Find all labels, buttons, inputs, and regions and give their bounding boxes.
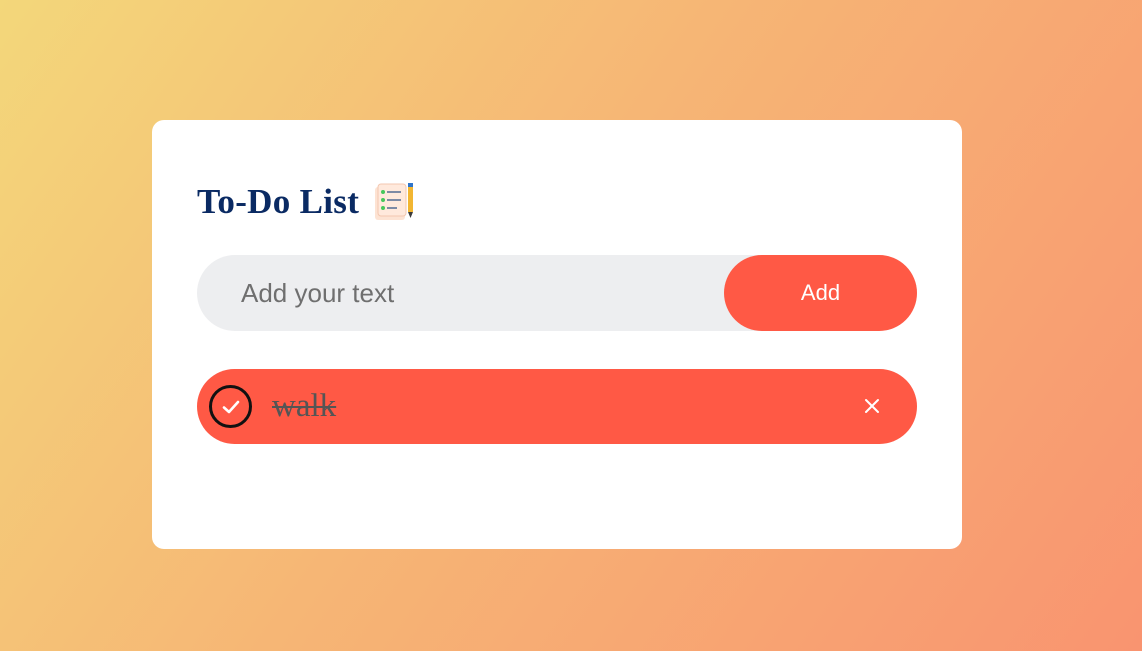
- task-item[interactable]: walk: [197, 369, 917, 444]
- add-task-row: Add: [197, 255, 917, 331]
- page-title: To-Do List: [197, 182, 360, 221]
- task-checkbox[interactable]: [209, 385, 252, 428]
- title-row: To-Do List: [197, 182, 415, 222]
- notepad-pencil-icon: [373, 182, 415, 222]
- close-icon: [865, 399, 879, 413]
- task-list: walk: [197, 369, 917, 444]
- task-input[interactable]: [241, 255, 711, 331]
- task-text: walk: [272, 388, 337, 424]
- delete-task-button[interactable]: [857, 391, 887, 421]
- add-button[interactable]: Add: [724, 255, 917, 331]
- check-icon: [222, 400, 239, 413]
- todo-card: To-Do List Add your text Add walk: [152, 120, 962, 549]
